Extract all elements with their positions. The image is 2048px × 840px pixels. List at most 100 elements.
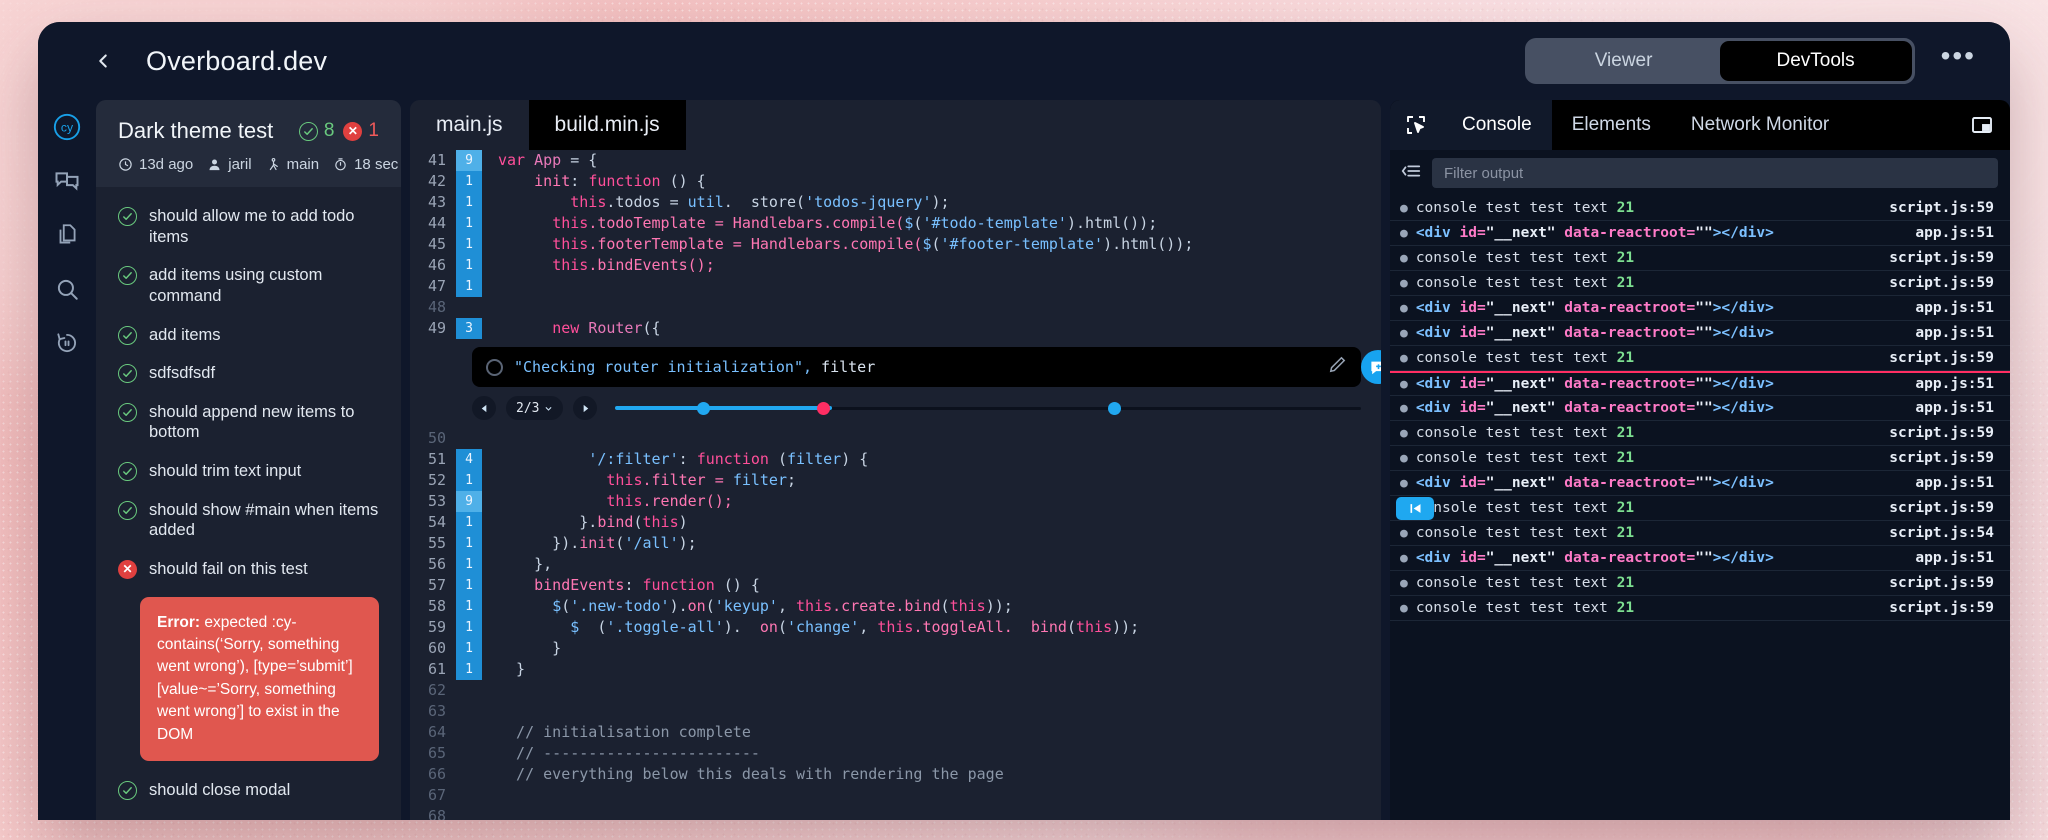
code-coverage-count: 1 [456,638,482,659]
test-list-item[interactable]: logo should exist [96,810,401,820]
tab-elements[interactable]: Elements [1552,100,1671,150]
console-log-source[interactable]: app.js:51 [1901,550,1994,566]
edit-icon[interactable] [1328,355,1347,380]
test-list-item[interactable]: add items using custom command [96,256,401,315]
console-log-source[interactable]: app.js:51 [1901,325,1994,341]
scrubber-next-button[interactable] [573,396,598,420]
code-line-number: 41 [427,151,446,169]
log-bullet-icon: ● [1400,425,1408,441]
check-circle-icon [118,500,137,520]
test-list-item[interactable]: should trim text input [96,452,401,491]
console-log-source[interactable]: script.js:59 [1875,250,1994,266]
console-log-row[interactable]: ●console test test text 21script.js:59 [1390,446,2010,471]
add-comment-button[interactable] [1361,350,1381,384]
sidebar-item-cypress-logo[interactable]: cy [50,110,84,144]
skip-to-start-icon[interactable] [1396,497,1434,520]
test-list-item[interactable]: ✕ should fail on this test [96,550,401,589]
console-log-row[interactable]: ● <div id="__next" data-reactroot=""></di… [1390,546,2010,571]
scrubber-prev-button[interactable] [472,396,496,420]
console-log-source[interactable]: app.js:51 [1901,475,1994,491]
console-log-row[interactable]: ● <div id="__next" data-reactroot=""></di… [1390,221,2010,246]
code-coverage-count: 3 [456,318,482,339]
console-log-row[interactable]: ●console test test text 21script.js:59 [1390,496,2010,521]
console-log-row[interactable]: ●console test test text 21script.js:59 [1390,246,2010,271]
console-log-row[interactable]: ●console test test text 21script.js:59 [1390,596,2010,621]
more-options-button[interactable]: ••• [1933,42,1984,80]
console-log-source[interactable]: script.js:59 [1875,425,1994,441]
console-log-source[interactable]: script.js:59 [1875,500,1994,516]
console-log-source[interactable]: script.js:59 [1875,450,1994,466]
console-log-source[interactable]: script.js:54 [1875,525,1994,541]
code-coverage-count: 9 [456,150,482,171]
console-log-source[interactable]: app.js:51 [1901,376,1994,392]
tab-main-js[interactable]: main.js [410,100,529,150]
dock-panel-button[interactable] [1970,100,2010,150]
console-log-message: <div id="__next" data-reactroot=""></div… [1415,376,1774,392]
sidebar-item-history[interactable] [50,326,84,360]
console-log-row[interactable]: ●console test test text 21script.js:59 [1390,571,2010,596]
scrubber-knob-end[interactable] [1107,401,1121,415]
test-list-item[interactable]: should close modal [96,771,401,810]
console-log-source[interactable]: script.js:59 [1875,600,1994,616]
sidebar-item-search[interactable] [50,272,84,306]
scrubber-track[interactable] [615,396,1361,420]
code-coverage-count: 1 [456,659,482,680]
code-line-number: 50 [427,429,446,447]
log-bullet-icon: ● [1400,525,1408,541]
console-log-source[interactable]: script.js:59 [1875,350,1994,366]
tab-devtools[interactable]: DevTools [1719,41,1912,81]
scrubber-knob-current[interactable] [816,401,830,415]
sidebar-item-files[interactable] [50,218,84,252]
code-line: 50 [410,428,1381,449]
scrubber-track-fill [615,406,832,410]
code-coverage-count: 1 [456,192,482,213]
test-list-item[interactable]: should allow me to add todo items [96,197,401,256]
console-log-source[interactable]: app.js:51 [1901,225,1994,241]
filter-levels-button[interactable] [1400,160,1422,187]
console-log-source[interactable]: script.js:59 [1875,275,1994,291]
sidebar-item-comments[interactable] [50,164,84,198]
element-picker-button[interactable] [1390,100,1442,150]
console-log-source[interactable]: app.js:51 [1901,400,1994,416]
console-log-source[interactable]: app.js:51 [1901,300,1994,316]
console-log-row[interactable]: ● <div id="__next" data-reactroot=""></di… [1390,371,2010,396]
meta-time-ago: 13d ago [118,156,193,173]
console-log-row[interactable]: ● <div id="__next" data-reactroot=""></di… [1390,296,2010,321]
meta-author: jaril [207,156,252,173]
back-button[interactable] [86,44,120,78]
code-line: 47 1 [410,276,1381,297]
chevron-down-icon [545,406,553,411]
test-list-item[interactable]: add items [96,316,401,355]
tab-console[interactable]: Console [1442,100,1552,150]
code-line-text: init: function () { [534,172,706,190]
code-editor[interactable]: 41 9 var App = {42 1 init: function () {43 1… [410,150,1381,820]
console-log-source[interactable]: script.js:59 [1875,200,1994,216]
console-log-row[interactable]: ● <div id="__next" data-reactroot=""></di… [1390,471,2010,496]
code-line-number: 68 [427,807,446,820]
console-log-row[interactable]: ● console test test text 21 script.js:54 [1390,521,2010,546]
tab-viewer[interactable]: Viewer [1528,41,1720,81]
scrubber-knob-start[interactable] [697,401,711,415]
tab-build-min-js[interactable]: build.min.js [528,100,686,150]
scrubber-step-select[interactable]: 2/3 [506,396,564,420]
console-log-source[interactable]: script.js:59 [1875,575,1994,591]
console-log-row[interactable]: ●console test test text 21script.js:59 [1390,271,2010,296]
console-log-row[interactable]: ●console test test text 21script.js:59 [1390,421,2010,446]
code-coverage-count: 1 [456,234,482,255]
meta-time-ago-label: 13d ago [139,156,194,173]
console-log-row[interactable]: ●console test test text 21script.js:59 [1390,346,2010,371]
console-log-row[interactable]: ●console test test text 21script.js:59 [1390,196,2010,221]
passed-count-value: 8 [323,120,335,141]
code-line-text: var App = { [498,151,598,169]
console-log-row[interactable]: ● <div id="__next" data-reactroot=""></di… [1390,396,2010,421]
filter-output-input[interactable] [1432,158,1998,188]
dock-panel-icon [1972,117,1992,133]
console-log-row[interactable]: ● <div id="__next" data-reactroot=""></di… [1390,321,2010,346]
log-bullet-icon: ● [1400,225,1408,241]
test-list-item[interactable]: sdfsdfsdf [96,354,401,393]
tab-network-monitor[interactable]: Network Monitor [1671,100,1849,150]
test-list-item[interactable]: should show #main when items added [96,491,401,550]
console-log-list[interactable]: ● console test test text 21 script.js:59 ● <… [1390,196,2010,820]
code-coverage-count: 1 [456,171,482,192]
test-list-item[interactable]: should append new items to bottom [96,393,401,452]
